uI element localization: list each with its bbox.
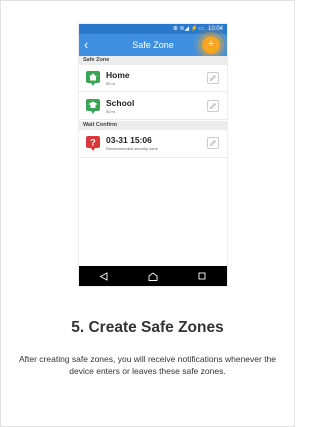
app-bar: ‹ Safe Zone <box>79 34 227 56</box>
question-pin-icon: ? <box>86 136 100 151</box>
edit-button[interactable] <box>207 72 219 84</box>
svg-text:?: ? <box>90 138 96 148</box>
edit-button[interactable] <box>207 100 219 112</box>
phone-screen: ⊕ ≋◢ ⚡▭ 10:04 ‹ Safe Zone Safe Zone Home… <box>79 24 227 286</box>
zone-name: School <box>106 98 135 108</box>
section-header-wait-confirm: Wait Confirm <box>79 121 227 130</box>
zone-row-pending[interactable]: ? 03-31 15:06 Recommended security zone <box>79 130 227 158</box>
android-nav-bar <box>79 266 227 286</box>
zone-row-school[interactable]: School 50 m <box>79 93 227 120</box>
pencil-icon <box>209 140 216 147</box>
zone-radius: 50 m <box>106 109 115 114</box>
home-outline-icon <box>148 271 158 281</box>
nav-recent-button[interactable] <box>192 268 212 284</box>
recent-square-icon <box>198 272 206 280</box>
section-header-safe-zone: Safe Zone <box>79 56 227 65</box>
nav-home-button[interactable] <box>143 268 163 284</box>
back-triangle-icon <box>99 271 108 281</box>
zone-radius: 50 m <box>106 81 115 86</box>
caption-headline: 5. Create Safe Zones <box>71 319 224 336</box>
status-time: 10:04 <box>207 26 223 32</box>
zone-name: Home <box>106 70 130 80</box>
home-pin-icon <box>86 71 100 86</box>
add-zone-button[interactable] <box>202 36 220 54</box>
caption-description: After creating safe zones, you will rece… <box>18 354 277 376</box>
school-pin-icon <box>86 99 100 114</box>
zone-description: Recommended security zone <box>106 146 158 151</box>
zone-name: 03-31 15:06 <box>106 135 152 145</box>
status-bar: ⊕ ≋◢ ⚡▭ 10:04 <box>79 24 227 34</box>
pencil-icon <box>209 75 216 82</box>
pencil-icon <box>209 103 216 110</box>
zone-row-home[interactable]: Home 50 m <box>79 65 227 92</box>
edit-button[interactable] <box>207 137 219 149</box>
nav-back-button[interactable] <box>94 268 114 284</box>
status-icons: ⊕ ≋◢ ⚡▭ <box>172 26 204 32</box>
